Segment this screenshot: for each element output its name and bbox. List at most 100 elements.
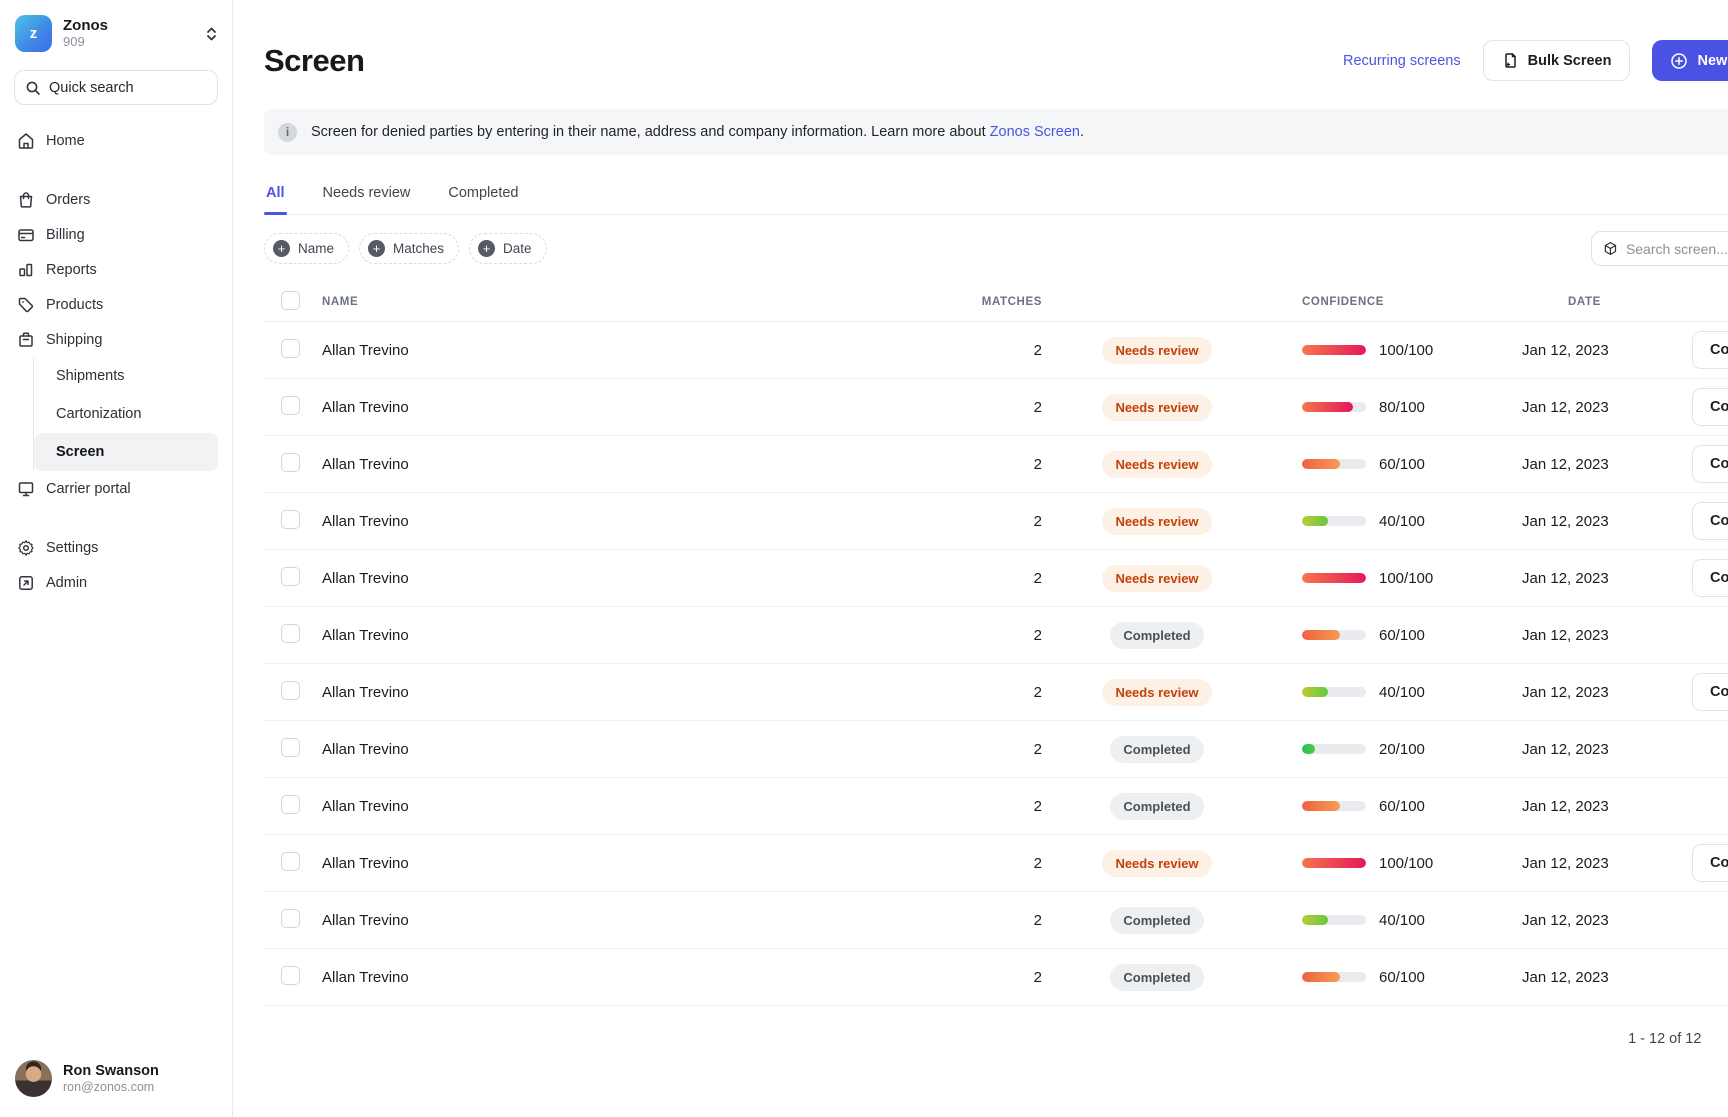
circle-plus-icon [1670,52,1688,70]
sidebar-item-reports[interactable]: Reports [0,252,222,287]
sidebar-item-screen[interactable]: Screen [34,433,218,471]
chevron-updown-icon[interactable] [205,26,218,42]
monitor-icon [17,480,35,498]
complete-button[interactable]: Complete [1692,445,1728,483]
column-header-confidence: CONFIDENCE [1272,296,1522,308]
row-name: Allan Trevino [322,798,972,815]
column-header-name: NAME [322,296,972,308]
sidebar-item-shipments[interactable]: Shipments [34,357,218,395]
gear-icon [17,539,35,557]
row-matches: 2 [972,684,1042,701]
sidebar-item-shipping[interactable]: Shipping [0,322,222,357]
sidebar-item-products[interactable]: Products [0,287,222,322]
search-icon [25,80,41,96]
plus-icon: + [478,240,495,257]
complete-button[interactable]: Complete [1692,388,1728,426]
zonos-screen-link[interactable]: Zonos Screen [990,124,1080,140]
main-content: Screen Recurring screens Bulk Screen New… [233,0,1728,1117]
row-name: Allan Trevino [322,342,972,359]
status-badge: Needs review [1102,679,1211,706]
bar-chart-icon [17,261,35,279]
tab-needs-review[interactable]: Needs review [321,185,413,214]
user-menu[interactable]: Ron Swanson ron@zonos.com [0,1044,232,1117]
row-checkbox[interactable] [281,567,300,586]
row-checkbox[interactable] [281,738,300,757]
workspace-switcher[interactable]: z Zonos 909 [0,0,232,62]
tab-all[interactable]: All [264,185,287,214]
confidence-value: 60/100 [1379,969,1425,986]
filter-chip-name[interactable]: +Name [264,233,349,264]
sidebar-item-label: Reports [46,262,97,278]
tag-icon [17,296,35,314]
complete-button[interactable]: Complete [1692,844,1728,882]
recurring-screens-link[interactable]: Recurring screens [1343,53,1461,69]
confidence-value: 60/100 [1379,798,1425,815]
table-search [1591,231,1728,266]
status-badge: Needs review [1102,394,1211,421]
sidebar-item-settings[interactable]: Settings [0,530,222,565]
select-all-checkbox[interactable] [281,291,300,310]
complete-button[interactable]: Complete [1692,502,1728,540]
table-row: Allan Trevino 2 Completed 20/100 Jan 12,… [264,721,1728,778]
complete-button[interactable]: Complete [1692,673,1728,711]
row-name: Allan Trevino [322,570,972,587]
new-screen-button[interactable]: New screen [1652,40,1728,81]
filter-chip-matches[interactable]: +Matches [359,233,459,264]
row-checkbox[interactable] [281,396,300,415]
row-checkbox[interactable] [281,909,300,928]
table-row: Allan Trevino 2 Needs review 40/100 Jan … [264,664,1728,721]
file-plus-icon [1502,52,1519,69]
row-matches: 2 [972,855,1042,872]
table-row: Allan Trevino 2 Needs review 100/100 Jan… [264,835,1728,892]
row-name: Allan Trevino [322,513,972,530]
table-header: NAME MATCHES CONFIDENCE DATE [264,282,1728,322]
confidence-bar [1302,345,1366,355]
sidebar-item-label: Products [46,297,103,313]
table-search-input[interactable] [1626,241,1728,257]
tab-completed[interactable]: Completed [446,185,520,214]
row-checkbox[interactable] [281,339,300,358]
row-name: Allan Trevino [322,627,972,644]
filter-chip-date[interactable]: +Date [469,233,547,264]
row-date: Jan 12, 2023 [1522,342,1692,359]
sidebar-item-cartonization[interactable]: Cartonization [34,395,218,433]
complete-button[interactable]: Complete [1692,559,1728,597]
table-row: Allan Trevino 2 Completed 60/100 Jan 12,… [264,607,1728,664]
row-checkbox[interactable] [281,624,300,643]
quick-search-input[interactable]: Quick search [14,70,218,105]
complete-button[interactable]: Complete [1692,331,1728,369]
confidence-bar [1302,972,1366,982]
row-checkbox[interactable] [281,852,300,871]
pagination: 1 - 12 of 12 ‹ › [264,1006,1728,1050]
credit-card-icon [17,226,35,244]
status-badge: Needs review [1102,451,1211,478]
status-badge: Completed [1110,793,1203,820]
quick-search-label: Quick search [49,80,134,96]
sidebar-item-admin[interactable]: Admin [0,565,222,600]
row-matches: 2 [972,399,1042,416]
confidence-bar [1302,801,1366,811]
shipping-submenu: Shipments Cartonization Screen [33,357,232,471]
sidebar-item-carrier-portal[interactable]: Carrier portal [0,471,222,506]
row-checkbox[interactable] [281,453,300,472]
confidence-bar [1302,402,1366,412]
plus-icon: + [273,240,290,257]
row-matches: 2 [972,570,1042,587]
avatar [15,1060,52,1097]
sidebar-item-billing[interactable]: Billing [0,217,222,252]
confidence-bar [1302,630,1366,640]
sidebar-item-home[interactable]: Home [0,123,222,158]
bulk-screen-button[interactable]: Bulk Screen [1483,40,1631,81]
row-checkbox[interactable] [281,795,300,814]
row-checkbox[interactable] [281,966,300,985]
info-icon: i [278,123,297,142]
confidence-value: 100/100 [1379,855,1433,872]
row-name: Allan Trevino [322,855,972,872]
sidebar-item-orders[interactable]: Orders [0,182,222,217]
row-checkbox[interactable] [281,510,300,529]
confidence-value: 40/100 [1379,684,1425,701]
confidence-bar [1302,459,1366,469]
row-checkbox[interactable] [281,681,300,700]
row-date: Jan 12, 2023 [1522,627,1692,644]
row-matches: 2 [972,342,1042,359]
